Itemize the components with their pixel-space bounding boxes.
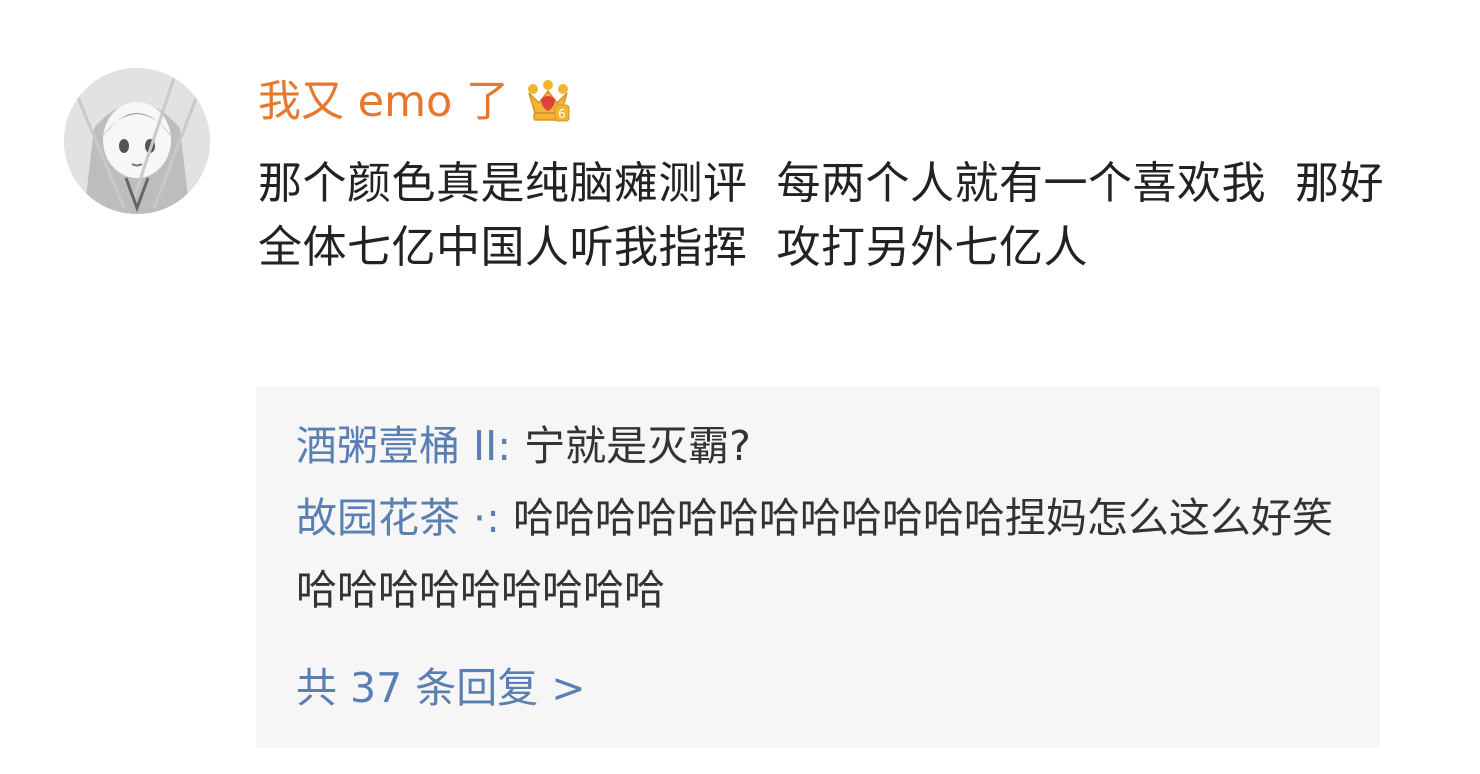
avatar[interactable] [64, 68, 210, 214]
reply-item[interactable]: 酒粥壹桶 II: 宁就是灭霸? [296, 410, 1346, 482]
reply-item[interactable]: 故园花茶 ·: 哈哈哈哈哈哈哈哈哈哈哈哈捏妈怎么这么好笑哈哈哈哈哈哈哈哈哈 [296, 482, 1346, 626]
reply-author[interactable]: 故园花茶 · [296, 494, 486, 542]
reply-separator: : [486, 494, 513, 542]
reply-author[interactable]: 酒粥壹桶 II [296, 422, 497, 470]
avatar-image [64, 68, 210, 214]
badge-level: 6 [558, 107, 566, 121]
replies-box[interactable]: 酒粥壹桶 II: 宁就是灭霸? 故园花茶 ·: 哈哈哈哈哈哈哈哈哈哈哈哈捏妈怎么… [256, 386, 1380, 748]
reply-text: 宁就是灭霸? [524, 422, 751, 470]
comment-text: 那个颜色真是纯脑瘫测评 每两个人就有一个喜欢我 那好 全体七亿中国人听我指挥 攻… [258, 158, 1413, 273]
comment-card: 我又 emo 了 6 那个颜色真是纯脑瘫测评 每两个人就有一个喜欢我 那好 全体… [0, 0, 1480, 774]
view-all-replies-link[interactable]: 共 37 条回复 > [296, 652, 586, 724]
username-link[interactable]: 我又 emo 了 [258, 72, 509, 132]
crown-badge-icon[interactable]: 6 [523, 77, 573, 127]
username-row: 我又 emo 了 6 [258, 72, 573, 132]
reply-separator: : [497, 422, 525, 470]
